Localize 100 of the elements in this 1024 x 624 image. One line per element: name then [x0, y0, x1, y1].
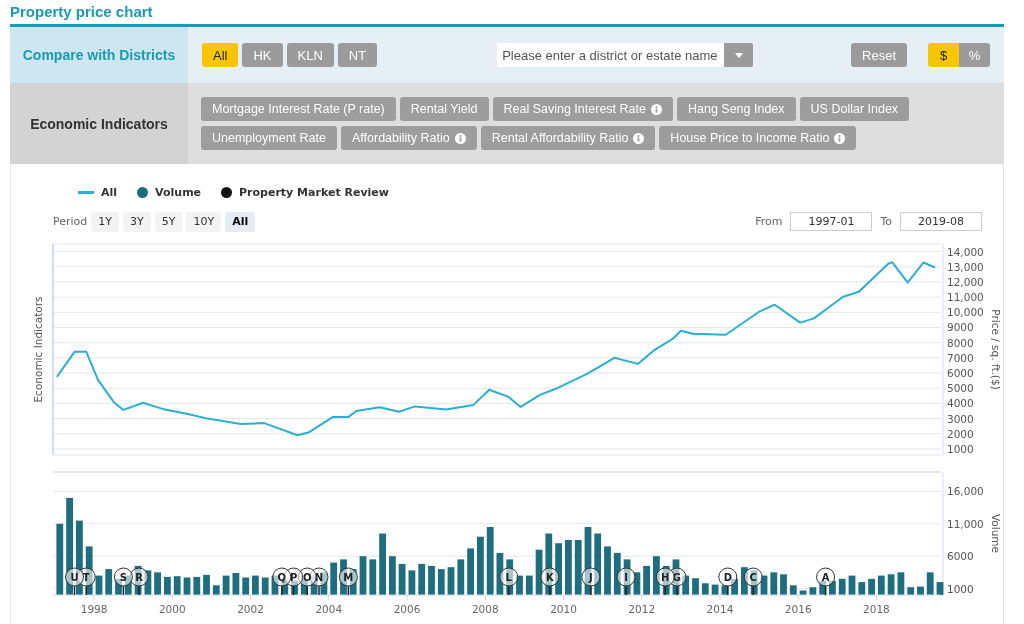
annotation: P [289, 571, 298, 583]
info-icon[interactable] [633, 132, 645, 144]
volume-bar [144, 570, 152, 595]
annotation: M [343, 571, 354, 583]
axis-tick-label: 2004 [315, 603, 343, 615]
axis-tick-label: 6000 [947, 550, 974, 563]
period-button[interactable]: 1Y [91, 211, 120, 232]
annotation: I [624, 571, 628, 583]
volume-bar [613, 552, 621, 595]
volume-bar [897, 572, 905, 595]
volume-bar [819, 580, 827, 595]
dropdown-button[interactable] [724, 43, 754, 67]
volume-bar [838, 578, 846, 595]
axis-tick-label: 2016 [784, 603, 812, 615]
axis-tick-label: 2006 [393, 603, 421, 615]
axis-tick-label: 2000 [158, 603, 186, 615]
axis-tick-label: 7000 [947, 351, 974, 364]
section-label: Compare with Districts [22, 47, 176, 63]
period-button[interactable]: All [225, 211, 256, 232]
date-field[interactable]: 2019-08 [900, 212, 982, 231]
volume-bar [780, 574, 787, 595]
axis-tick-label: 11,000 [947, 517, 984, 530]
volume-bar [936, 582, 944, 595]
axis-title: Volume [990, 513, 1002, 554]
annotation: C [749, 571, 757, 583]
legend-label[interactable]: Volume [155, 185, 202, 199]
volume-bar [741, 567, 748, 595]
info-icon[interactable] [454, 132, 466, 144]
unit-toggle-button[interactable]: $ [928, 43, 959, 67]
volume-bar [525, 575, 533, 595]
search-field[interactable]: Please enter a district or estate name [497, 43, 725, 67]
volume-bar [496, 552, 504, 595]
period-button[interactable]: 3Y [123, 211, 151, 232]
axis-tick-label: 2008 [471, 603, 499, 615]
volume-bar [926, 572, 934, 595]
volume-bar [721, 585, 729, 595]
volume-bar [711, 584, 719, 595]
info-icon[interactable] [834, 132, 846, 144]
annotation: A [821, 571, 830, 583]
volume-bar [193, 576, 201, 595]
axis-tick-label: 8000 [947, 336, 974, 349]
axis-tick-label: 13,000 [947, 260, 984, 273]
volume-bar [379, 533, 386, 595]
volume-bar [115, 578, 122, 595]
volume-bar [594, 533, 602, 595]
date-field[interactable]: 1997-01 [790, 212, 873, 231]
volume-bar [232, 573, 240, 595]
axis-tick-label: 1998 [80, 603, 108, 615]
volume-bar [359, 556, 367, 595]
period-button[interactable]: 10Y [186, 211, 222, 232]
legend-label[interactable]: All [101, 185, 118, 199]
district-button[interactable]: All [202, 43, 239, 67]
volume-bar [868, 578, 875, 595]
volume-bar [584, 527, 592, 595]
volume-bar [692, 578, 699, 595]
volume-bar [398, 563, 406, 595]
volume-bar [516, 575, 523, 595]
volume-bar [643, 565, 650, 595]
volume-bar [545, 533, 553, 595]
volume-bar [770, 572, 778, 595]
volume-bar [428, 565, 435, 595]
axis-tick-label: 1000 [947, 582, 974, 595]
volume-bar [447, 567, 455, 595]
volume-bar [134, 565, 142, 595]
volume-bar [917, 586, 924, 595]
axis-tick-label: 1000 [947, 442, 974, 455]
volume-bar [682, 575, 690, 595]
volume-bar [183, 577, 191, 595]
volume-bar [242, 577, 250, 595]
volume-bar [848, 575, 856, 595]
axis-tick-label: 2014 [706, 603, 734, 615]
annotation: D [723, 571, 732, 583]
axis-title: Economic Indicators [32, 296, 44, 403]
annotation: G [672, 571, 682, 583]
volume-bar [173, 576, 181, 595]
legend-label[interactable]: Property Market Review [239, 185, 389, 199]
annotation: O [303, 571, 312, 583]
volume-bar [858, 582, 866, 595]
axis-tick-label: 2012 [628, 603, 656, 615]
volume-bar [731, 578, 738, 595]
annotation: Q [277, 571, 287, 583]
volume-bar [662, 565, 670, 595]
volume-bar [330, 562, 338, 595]
volume-bar [760, 575, 768, 595]
volume-bar [486, 527, 494, 595]
axis-tick-label: 3000 [947, 412, 974, 425]
volume-bar [212, 585, 220, 595]
annotation: S [119, 571, 128, 583]
annotation: N [314, 571, 324, 583]
volume-bar [457, 559, 465, 595]
volume-bar [623, 559, 631, 595]
axis-tick-label: 4000 [947, 397, 974, 410]
info-icon[interactable] [650, 103, 662, 115]
volume-bar [291, 580, 298, 595]
volume-bar [574, 540, 582, 595]
volume-bar [907, 587, 915, 595]
to-label: To [880, 215, 892, 228]
volume-bar [701, 583, 709, 595]
period-button[interactable]: 5Y [154, 211, 183, 232]
volume-bar [477, 536, 484, 595]
